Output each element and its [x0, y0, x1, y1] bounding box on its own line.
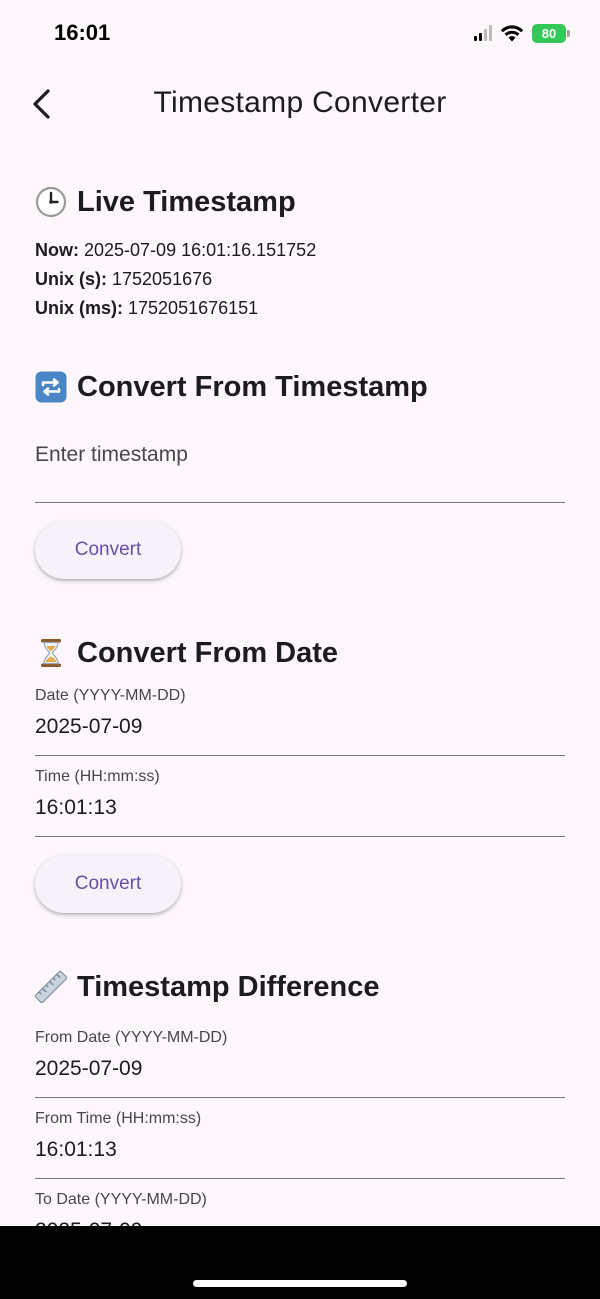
live-timestamp-heading: Live Timestamp: [35, 180, 565, 224]
unix-ms-value: 1752051676151: [123, 298, 259, 318]
date-field-label: Date (YYYY-MM-DD): [35, 687, 186, 704]
now-line: Now: 2025-07-09 16:01:16.151752: [35, 236, 565, 265]
system-nav-bar: [0, 1226, 600, 1299]
cellular-signal-icon: [474, 25, 492, 41]
unix-seconds-label: Unix (s):: [35, 269, 107, 289]
now-label: Now:: [35, 240, 79, 260]
unix-ms-line: Unix (ms): 1752051676151: [35, 294, 565, 323]
timestamp-field: [35, 427, 565, 503]
from-time-field-label: From Time (HH:mm:ss): [35, 1110, 202, 1127]
hourglass-icon: [41, 639, 61, 667]
date-field[interactable]: Date (YYYY-MM-DD) 2025-07-09: [35, 675, 565, 756]
battery-level: 80: [532, 23, 566, 43]
clock-icon: [35, 186, 67, 218]
repeat-arrows-icon: [35, 371, 67, 403]
app-bar: Timestamp Converter: [0, 66, 600, 142]
time-field-value[interactable]: 16:01:13: [35, 796, 117, 820]
convert-from-timestamp-heading: Convert From Timestamp: [35, 365, 565, 409]
unix-seconds-value: 1752051676: [107, 269, 213, 289]
from-time-field[interactable]: From Time (HH:mm:ss) 16:01:13: [35, 1098, 565, 1179]
timestamp-input[interactable]: [35, 443, 565, 467]
timestamp-difference-title: Timestamp Difference: [77, 970, 380, 1003]
convert-from-timestamp-title: Convert From Timestamp: [77, 370, 428, 403]
battery-icon: 80: [532, 23, 570, 43]
from-time-field-value[interactable]: 16:01:13: [35, 1138, 117, 1162]
convert-date-button[interactable]: Convert: [35, 855, 181, 913]
time-field-label: Time (HH:mm:ss): [35, 768, 160, 785]
unix-ms-label: Unix (ms):: [35, 298, 124, 318]
date-button-row: Convert: [35, 855, 565, 913]
now-value: 2025-07-09 16:01:16.151752: [79, 240, 317, 260]
date-field-value[interactable]: 2025-07-09: [35, 715, 142, 739]
from-date-field-value[interactable]: 2025-07-09: [35, 1057, 142, 1081]
main-content: Live Timestamp Now: 2025-07-09 16:01:16.…: [35, 180, 565, 1260]
convert-from-date-title: Convert From Date: [77, 636, 339, 669]
status-bar: 16:01 80: [0, 0, 600, 66]
home-indicator[interactable]: [193, 1280, 407, 1287]
from-date-field[interactable]: From Date (YYYY-MM-DD) 2025-07-09: [35, 1017, 565, 1098]
convert-timestamp-button[interactable]: Convert: [35, 521, 181, 579]
time-field[interactable]: Time (HH:mm:ss) 16:01:13: [35, 756, 565, 837]
timestamp-difference-heading: Timestamp Difference: [35, 965, 565, 1009]
timestamp-button-row: Convert: [35, 521, 565, 579]
ruler-icon: [35, 971, 67, 1003]
status-icons: 80: [474, 22, 570, 44]
from-date-field-label: From Date (YYYY-MM-DD): [35, 1029, 228, 1046]
page-title: Timestamp Converter: [153, 86, 447, 119]
status-time: 16:01: [54, 20, 111, 45]
live-values: Now: 2025-07-09 16:01:16.151752 Unix (s)…: [35, 236, 565, 323]
convert-from-date-heading: Convert From Date: [35, 631, 565, 675]
to-date-field-label: To Date (YYYY-MM-DD): [35, 1191, 207, 1208]
live-timestamp-title: Live Timestamp: [77, 185, 296, 218]
wifi-icon: [500, 25, 524, 42]
unix-seconds-line: Unix (s): 1752051676: [35, 265, 565, 294]
